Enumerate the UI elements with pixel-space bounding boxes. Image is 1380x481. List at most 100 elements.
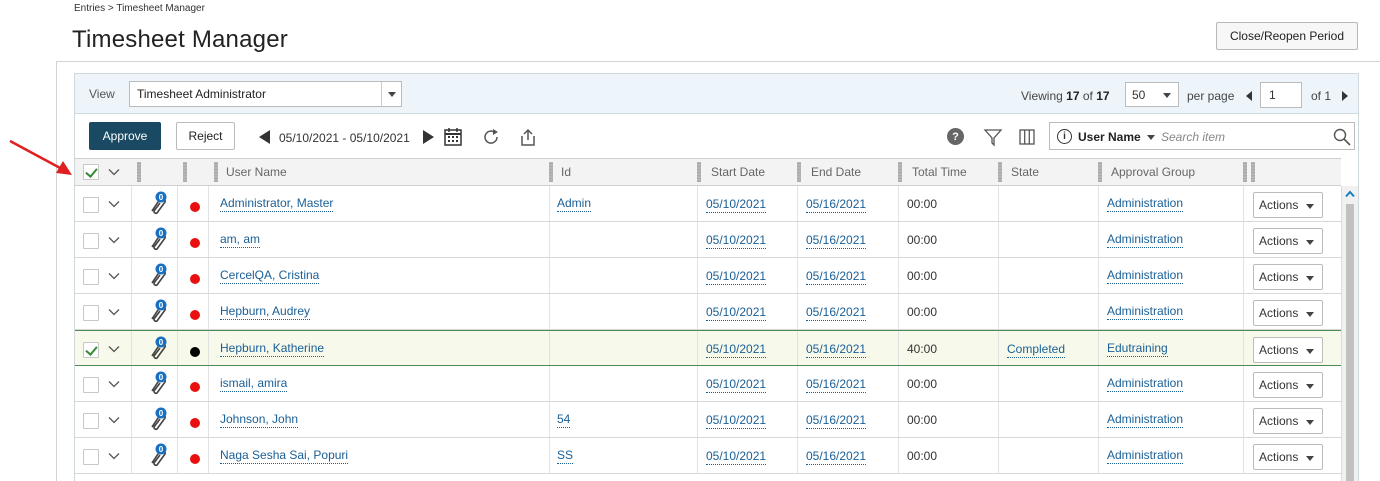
table-row[interactable]: 0 CercelQA, Cristina 05/10/2021 05/16/2021 0… [75,258,1341,294]
chevron-down-icon[interactable] [108,378,120,390]
end-date-link[interactable]: 05/16/2021 [806,449,867,465]
table-row[interactable]: 0 ismail, amira 05/10/2021 05/16/2021 00:00 A… [75,366,1341,402]
approve-button[interactable]: Approve [89,122,161,150]
end-date-link[interactable]: 05/16/2021 [806,377,867,393]
column-header-total-time[interactable]: Total Time [912,159,967,185]
approval-group-link[interactable]: Administration [1107,376,1184,392]
end-date-link[interactable]: 05/16/2021 [806,413,867,429]
paperclip-icon[interactable]: 0 [148,336,168,360]
next-period-icon[interactable] [423,130,434,144]
table-row[interactable]: 0 Johnson, John 54 05/10/2021 05/16/2021 00:0… [75,402,1341,438]
search-box[interactable]: i User Name Search item [1049,122,1355,150]
chevron-down-icon[interactable] [108,198,120,210]
columns-icon[interactable] [1017,127,1037,147]
user-name-link[interactable]: ismail, amira [220,376,288,392]
column-grip[interactable] [898,162,902,182]
column-grip[interactable] [137,162,141,182]
column-header-user-name[interactable]: User Name [226,159,287,185]
actions-dropdown[interactable]: Actions [1253,300,1323,326]
previous-page-icon[interactable] [1246,91,1252,101]
search-field-select[interactable]: User Name [1078,130,1141,144]
start-date-link[interactable]: 05/10/2021 [706,305,767,321]
actions-dropdown[interactable]: Actions [1253,444,1323,470]
export-icon[interactable] [518,127,538,147]
id-link[interactable]: Admin [557,196,592,212]
paperclip-icon[interactable]: 0 [148,191,168,215]
chevron-down-icon[interactable] [108,234,120,246]
chevron-down-icon[interactable] [108,414,120,426]
chevron-down-icon[interactable] [108,306,120,318]
actions-dropdown[interactable]: Actions [1253,264,1323,290]
reject-button[interactable]: Reject [176,122,235,150]
approval-group-link[interactable]: Administration [1107,448,1184,464]
approval-group-link[interactable]: Administration [1107,196,1184,212]
column-grip[interactable] [1243,162,1247,182]
table-row[interactable]: 0 Naga Sesha Sai, Popuri SS 05/10/2021 05/16… [75,438,1341,474]
breadcrumb[interactable]: Entries > Timesheet Manager [74,3,205,14]
user-name-link[interactable]: Administrator, Master [220,196,334,212]
info-icon[interactable]: i [1057,129,1072,144]
user-name-link[interactable]: Hepburn, Audrey [220,304,311,320]
scroll-up-icon[interactable] [1345,190,1355,198]
scroll-thumb[interactable] [1346,204,1354,481]
paperclip-icon[interactable]: 0 [148,227,168,251]
chevron-down-icon[interactable] [108,343,120,355]
search-icon[interactable] [1332,127,1352,147]
user-name-link[interactable]: am, am [220,232,261,248]
chevron-down-icon[interactable] [108,270,120,282]
column-grip[interactable] [1251,162,1255,182]
column-header-state[interactable]: State [1011,159,1039,185]
user-name-link[interactable]: CercelQA, Cristina [220,268,320,284]
row-checkbox[interactable] [83,449,99,465]
per-page-select[interactable]: 50 [1125,82,1179,107]
chevron-down-icon[interactable] [108,450,120,462]
help-icon[interactable]: ? [947,128,964,145]
column-header-id[interactable]: Id [561,159,571,185]
end-date-link[interactable]: 05/16/2021 [806,233,867,249]
view-select[interactable]: Timesheet Administrator [129,81,402,107]
column-header-end-date[interactable]: End Date [811,159,861,185]
end-date-link[interactable]: 05/16/2021 [806,269,867,285]
paperclip-icon[interactable]: 0 [148,371,168,395]
start-date-link[interactable]: 05/10/2021 [706,233,767,249]
row-checkbox[interactable] [83,342,99,358]
approval-group-link[interactable]: Edutraining [1107,341,1168,357]
refresh-icon[interactable] [481,127,501,147]
actions-dropdown[interactable]: Actions [1253,192,1323,218]
end-date-link[interactable]: 05/16/2021 [806,197,867,213]
actions-dropdown[interactable]: Actions [1253,337,1323,363]
page-number-input[interactable]: 1 [1260,82,1302,108]
end-date-link[interactable]: 05/16/2021 [806,305,867,321]
table-row[interactable]: 0 Administrator, Master Admin 05/10/2021 05/… [75,186,1341,222]
column-header-approval-group[interactable]: Approval Group [1111,159,1195,185]
id-link[interactable]: SS [557,448,574,464]
paperclip-icon[interactable]: 0 [148,299,168,323]
close-reopen-period-button[interactable]: Close/Reopen Period [1216,22,1358,50]
table-row[interactable]: 0 am, am 05/10/2021 05/16/2021 00:00 Administ… [75,222,1341,258]
column-grip[interactable] [797,162,801,182]
select-all-checkbox[interactable] [83,164,99,180]
next-page-icon[interactable] [1342,91,1348,101]
column-grip[interactable] [183,162,187,182]
approval-group-link[interactable]: Administration [1107,232,1184,248]
actions-dropdown[interactable]: Actions [1253,372,1323,398]
start-date-link[interactable]: 05/10/2021 [706,377,767,393]
row-checkbox[interactable] [83,269,99,285]
previous-period-icon[interactable] [259,130,270,144]
start-date-link[interactable]: 05/10/2021 [706,413,767,429]
user-name-link[interactable]: Hepburn, Katherine [220,341,325,357]
table-row[interactable]: 0 Hepburn, Audrey 05/10/2021 05/16/2021 00:0… [75,294,1341,330]
row-checkbox[interactable] [83,305,99,321]
start-date-link[interactable]: 05/10/2021 [706,342,767,358]
paperclip-icon[interactable]: 0 [148,443,168,467]
approval-group-link[interactable]: Administration [1107,412,1184,428]
column-grip[interactable] [998,162,1002,182]
column-grip[interactable] [214,162,218,182]
end-date-link[interactable]: 05/16/2021 [806,342,867,358]
user-name-link[interactable]: Naga Sesha Sai, Popuri [220,448,349,464]
row-checkbox[interactable] [83,233,99,249]
approval-group-link[interactable]: Administration [1107,268,1184,284]
chevron-down-icon[interactable] [1147,135,1155,140]
id-link[interactable]: 54 [557,412,571,428]
search-input[interactable]: Search item [1161,130,1225,144]
